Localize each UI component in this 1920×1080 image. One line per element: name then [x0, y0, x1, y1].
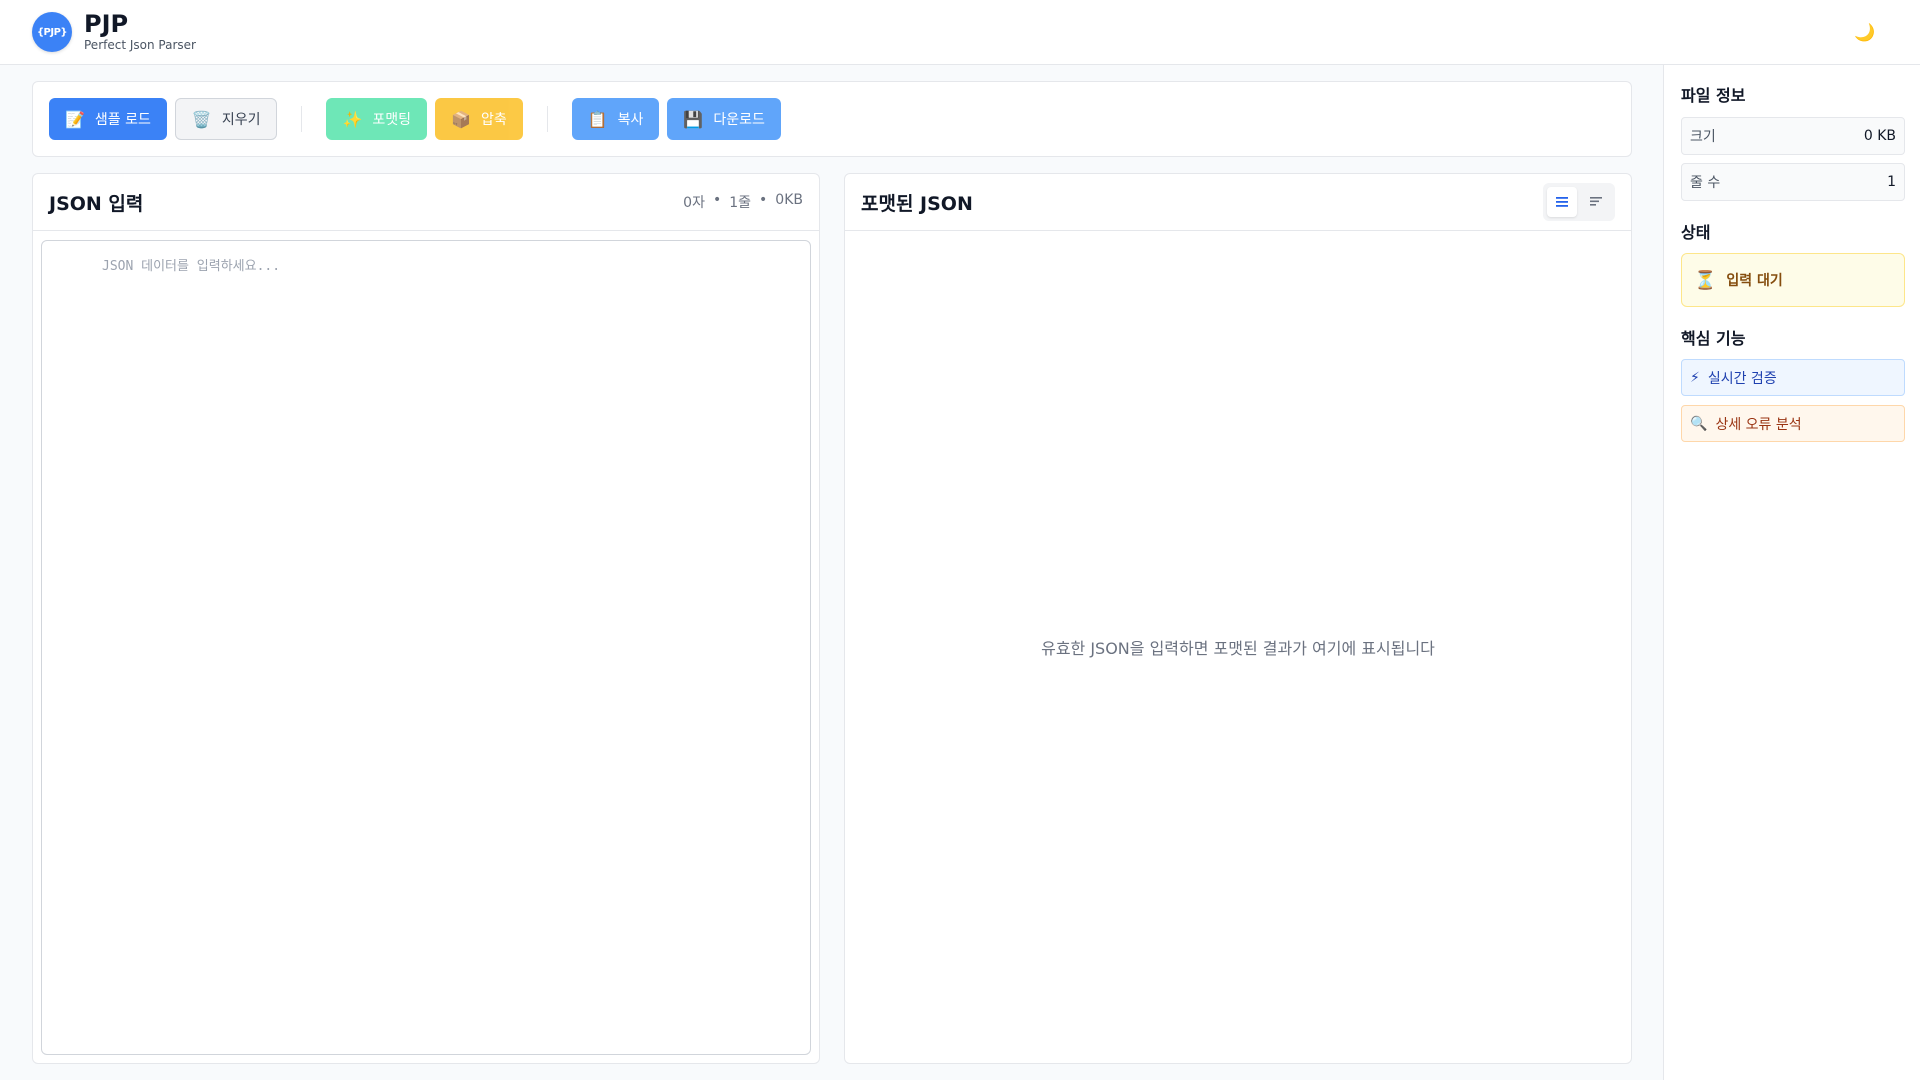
hourglass-icon: ⏳	[1694, 269, 1717, 291]
sparkles-icon: ✨	[342, 109, 363, 129]
app-subtitle: Perfect Json Parser	[84, 38, 196, 52]
download-label: 다운로드	[713, 112, 765, 128]
toolbar: 📝 샘플 로드 🗑️ 지우기 ✨ 포맷팅 📦 압축 📋 복사 💾 다운로드	[32, 81, 1632, 157]
minify-button[interactable]: 📦 압축	[435, 98, 523, 140]
output-empty-message: 유효한 JSON을 입력하면 포맷된 결과가 여기에 표시됩니다	[1041, 639, 1435, 658]
status-text: 입력 대기	[1726, 273, 1783, 289]
line-count-row: 줄 수 1	[1681, 163, 1905, 201]
file-size-row: 크기 0 KB	[1681, 117, 1905, 155]
copy-button[interactable]: 📋 복사	[571, 98, 660, 140]
feature-error-analysis: 🔍 상세 오류 분석	[1681, 405, 1905, 442]
file-size-value: 0 KB	[1863, 128, 1896, 144]
logo: {PJP}	[32, 12, 72, 52]
clear-button[interactable]: 🗑️ 지우기	[174, 98, 278, 140]
clipboard-icon: 📋	[587, 109, 608, 129]
formatted-view-button[interactable]	[1547, 187, 1577, 217]
download-button[interactable]: 💾 다운로드	[667, 98, 781, 140]
toolbar-divider	[546, 106, 548, 132]
line-count-label: 줄 수	[1690, 175, 1721, 191]
line-count: 1줄	[729, 195, 752, 211]
json-editor	[41, 240, 811, 1055]
line-count-value: 1	[1887, 174, 1896, 190]
lightning-icon: ⚡	[1690, 369, 1700, 386]
moon-icon: 🌙	[1854, 23, 1876, 43]
output-panel-title: 포맷된 JSON	[861, 192, 973, 215]
tree-view-button[interactable]	[1581, 187, 1611, 217]
indent-icon	[1590, 197, 1602, 206]
lines-icon	[1556, 197, 1568, 207]
toolbar-divider	[301, 106, 303, 132]
info-sidebar: 파일 정보 크기 0 KB 줄 수 1 상태 ⏳ 입력 대기 핵심 기능 ⚡ 실…	[1663, 65, 1920, 1080]
feature-label: 상세 오류 분석	[1715, 416, 1802, 433]
load-sample-button[interactable]: 📝 샘플 로드	[49, 98, 167, 140]
package-icon: 📦	[451, 109, 471, 129]
load-sample-label: 샘플 로드	[94, 112, 151, 128]
format-button[interactable]: ✨ 포맷팅	[326, 98, 428, 140]
format-label: 포맷팅	[372, 112, 412, 128]
output-panel-header: 포맷된 JSON	[845, 174, 1631, 231]
status-badge: ⏳ 입력 대기	[1681, 253, 1905, 307]
input-stats: 0자 • 1줄 • 0KB	[683, 192, 803, 212]
char-count: 0자	[683, 195, 705, 211]
floppy-disk-icon: 💾	[683, 109, 704, 129]
json-input[interactable]	[42, 241, 810, 1054]
app-title: PJP	[84, 10, 129, 38]
stats-separator: •	[712, 192, 722, 208]
brand: PJP Perfect Json Parser	[84, 11, 196, 53]
view-toggle	[1543, 183, 1615, 221]
magnifier-icon: 🔍	[1690, 415, 1708, 432]
status-title: 상태	[1681, 223, 1711, 242]
feature-label: 실시간 검증	[1707, 370, 1777, 387]
trash-icon: 🗑️	[191, 109, 212, 129]
memo-icon: 📝	[65, 109, 85, 129]
output-panel: 포맷된 JSON 유효한 JSON을 입력하면 포맷된 결과가 여기에 표시됩니…	[844, 173, 1632, 1064]
feature-realtime-validation: ⚡ 실시간 검증	[1681, 359, 1905, 396]
file-size-label: 크기	[1690, 129, 1716, 145]
input-panel-title: JSON 입력	[49, 192, 144, 215]
input-panel: JSON 입력 0자 • 1줄 • 0KB	[32, 173, 820, 1064]
file-info-title: 파일 정보	[1681, 86, 1746, 105]
features-title: 핵심 기능	[1681, 329, 1746, 348]
stats-separator: •	[759, 192, 768, 208]
size-count: 0KB	[775, 192, 803, 208]
clear-label: 지우기	[221, 112, 261, 128]
copy-label: 복사	[617, 112, 644, 128]
app-header: {PJP} PJP Perfect Json Parser 🌙	[0, 0, 1920, 65]
theme-toggle-button[interactable]: 🌙	[1850, 18, 1880, 48]
input-panel-header: JSON 입력 0자 • 1줄 • 0KB	[33, 174, 819, 231]
minify-label: 압축	[480, 112, 507, 128]
